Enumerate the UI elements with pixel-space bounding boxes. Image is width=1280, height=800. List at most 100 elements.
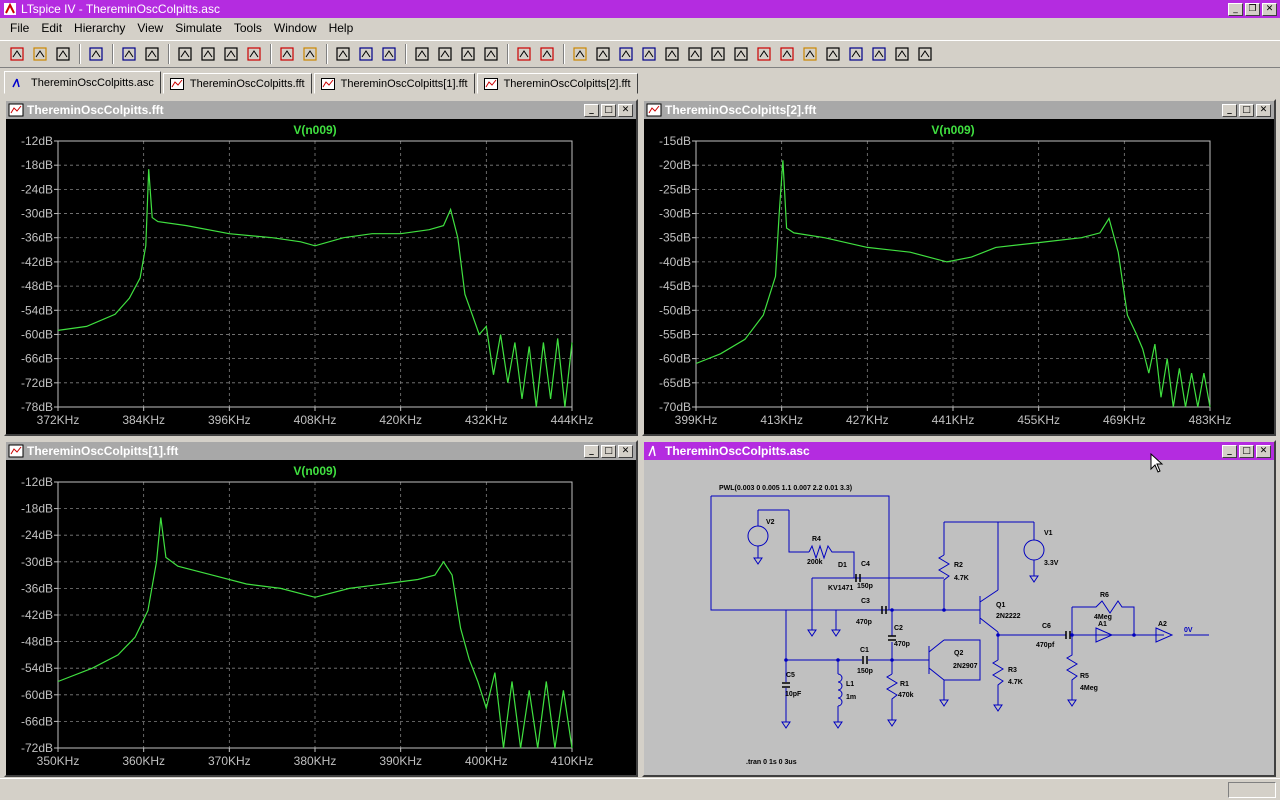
net-label[interactable]: 0V [1184,627,1193,634]
close-button[interactable]: ✕ [618,103,633,117]
drag-icon[interactable] [776,43,798,65]
menu-hierarchy[interactable]: Hierarchy [68,21,131,35]
diode-icon-glyph [711,47,725,61]
minimize-button[interactable]: _ [1222,103,1237,117]
maximize-button[interactable]: □ [1239,103,1254,117]
close-button[interactable]: ✕ [618,444,633,458]
trace-title[interactable]: V(n009) [931,123,974,137]
window-titlebar[interactable]: ThereminOscColpitts.fft _ □ ✕ [6,101,636,119]
print-setup-icon[interactable] [513,43,535,65]
rotate-icon[interactable] [845,43,867,65]
window-titlebar[interactable]: ThereminOscColpitts[1].fft _ □ ✕ [6,442,636,460]
zoom-cancel-icon[interactable] [243,43,265,65]
inductor-icon[interactable] [684,43,706,65]
find-icon[interactable] [480,43,502,65]
diode-icon[interactable] [707,43,729,65]
plot-area[interactable]: 372KHz 384KHz 396KHz 408KHz 420KHz 432KHz 444K… [6,119,636,434]
minimize-button[interactable]: _ [1222,444,1237,458]
window-titlebar[interactable]: ThereminOscColpitts.asc _ □ ✕ [644,442,1274,460]
redo-icon[interactable] [822,43,844,65]
minimize-button[interactable]: _ [1228,2,1243,16]
menu-window[interactable]: Window [268,21,323,35]
label-icon[interactable] [615,43,637,65]
y-tick-label: -30dB [659,207,691,221]
text-icon[interactable] [891,43,913,65]
close-button[interactable]: ✕ [1256,103,1271,117]
maximize-button[interactable]: □ [1239,444,1254,458]
fft-plot[interactable]: 372KHz 384KHz 396KHz 408KHz 420KHz 432KHz 444K… [6,119,636,434]
ground-icon[interactable] [592,43,614,65]
menu-edit[interactable]: Edit [35,21,68,35]
open-icon[interactable] [29,43,51,65]
control-panel-icon[interactable] [85,43,107,65]
schematic-drawing[interactable]: PWL(0.003 0 0.005 1.1 0.007 2.2 0.01 3.3… [644,460,1274,775]
app-titlebar: LTspice IV - ThereminOscColpitts.asc _ ❐… [0,0,1280,18]
tab-fft-1[interactable]: ThereminOscColpitts[1].fft [313,73,475,94]
status-panel [1228,782,1276,798]
paste-icon[interactable] [457,43,479,65]
toolbar-separator [168,44,170,64]
pwl-directive[interactable]: PWL(0.003 0 0.005 1.1 0.007 2.2 0.01 3.3… [719,485,852,492]
fft-window-0[interactable]: ThereminOscColpitts.fft _ □ ✕ 372KHz 384KHz… [4,99,638,436]
y-tick-label: -42dB [21,608,53,622]
print-icon[interactable] [536,43,558,65]
run-icon[interactable] [118,43,140,65]
cut-icon[interactable] [411,43,433,65]
resistor-icon[interactable] [638,43,660,65]
autorange-icon[interactable] [276,43,298,65]
mirror-icon[interactable] [868,43,890,65]
minimize-button[interactable]: _ [584,444,599,458]
schematic-canvas[interactable]: PWL(0.003 0 0.005 1.1 0.007 2.2 0.01 3.3… [644,460,1274,775]
fft-window-2[interactable]: ThereminOscColpitts[2].fft _ □ ✕ 399KHz 413… [642,99,1276,436]
wire-icon[interactable] [569,43,591,65]
x-tick-label: 396KHz [208,413,251,427]
restore-button[interactable]: ❐ [1245,2,1260,16]
trace-title[interactable]: V(n009) [293,464,336,478]
menu-simulate[interactable]: Simulate [169,21,228,35]
menu-view[interactable]: View [131,21,169,35]
new-schematic-icon[interactable] [6,43,28,65]
y-tick-label: -66dB [21,352,53,366]
zoom-out-icon[interactable] [220,43,242,65]
close-button[interactable]: ✕ [1262,2,1277,16]
halt-icon[interactable] [141,43,163,65]
print-icon-glyph [540,47,554,61]
undo-icon[interactable] [799,43,821,65]
tab-fft[interactable]: ThereminOscColpitts.fft [162,73,312,94]
grid-icon[interactable] [299,43,321,65]
plot-area[interactable]: 350KHz 360KHz 370KHz 380KHz 390KHz 400KHz 410K… [6,460,636,775]
menu-file[interactable]: File [4,21,35,35]
menu-help[interactable]: Help [323,21,360,35]
window-titlebar[interactable]: ThereminOscColpitts[2].fft _ □ ✕ [644,101,1274,119]
undo-icon-glyph [803,47,817,61]
schematic-window[interactable]: ThereminOscColpitts.asc _ □ ✕ PWL(0.003 … [642,440,1276,777]
zoom-in-icon[interactable] [174,43,196,65]
close-button[interactable]: ✕ [1256,444,1271,458]
menu-tools[interactable]: Tools [228,21,268,35]
component-icon[interactable] [730,43,752,65]
spice-directive-icon[interactable] [914,43,936,65]
save-icon[interactable] [52,43,74,65]
zoom-pan-icon[interactable] [197,43,219,65]
y-tick-label: -24dB [21,528,53,542]
tile-horizontal-icon[interactable] [332,43,354,65]
tran-directive[interactable]: .tran 0 1s 0 3us [746,759,797,766]
tab-schematic[interactable]: ThereminOscColpitts.asc [4,71,161,94]
fft-window-1[interactable]: ThereminOscColpitts[1].fft _ □ ✕ 350KHz 360… [4,440,638,777]
fft-plot[interactable]: 399KHz 413KHz 427KHz 441KHz 455KHz 469KHz 483K… [644,119,1274,434]
maximize-button[interactable]: □ [601,103,616,117]
copy-icon[interactable] [434,43,456,65]
tab-label: ThereminOscColpitts[2].fft [503,77,631,90]
tile-vertical-icon[interactable] [378,43,400,65]
component-ref: C4 [861,561,870,568]
trace-title[interactable]: V(n009) [293,123,336,137]
maximize-button[interactable]: □ [601,444,616,458]
capacitor-icon[interactable] [661,43,683,65]
plot-area[interactable]: 399KHz 413KHz 427KHz 441KHz 455KHz 469KHz 483K… [644,119,1274,434]
minimize-button[interactable]: _ [584,103,599,117]
cascade-icon[interactable] [355,43,377,65]
fft-plot[interactable]: 350KHz 360KHz 370KHz 380KHz 390KHz 400KHz 410K… [6,460,636,775]
move-icon[interactable] [753,43,775,65]
tab-fft-2[interactable]: ThereminOscColpitts[2].fft [476,73,638,94]
component-value: 2N2907 [953,663,978,670]
